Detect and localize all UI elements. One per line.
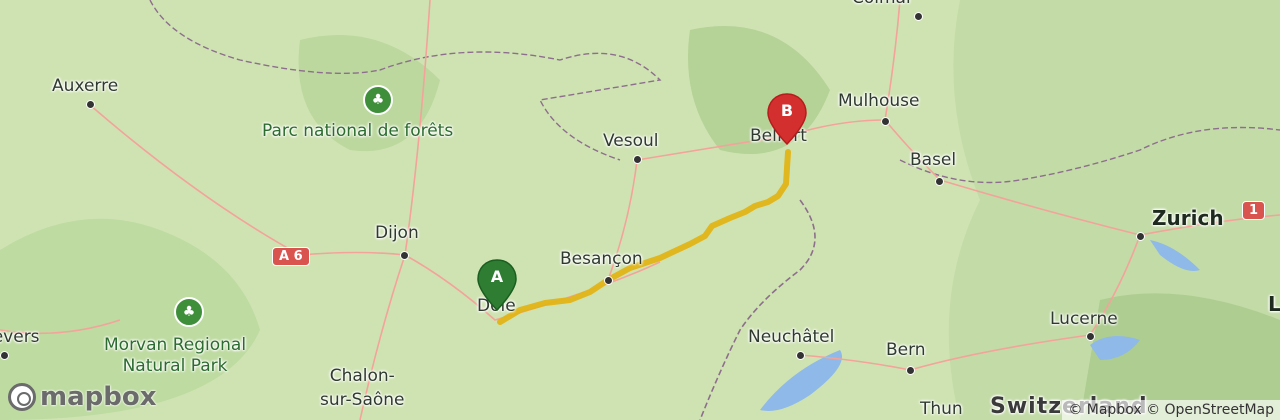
city-label-dijon: Dijon: [375, 223, 419, 243]
city-dot-vesoul: [633, 155, 642, 164]
city-label-neuchatel: Neuchâtel: [748, 327, 835, 347]
start-marker[interactable]: A: [475, 258, 519, 314]
a6-road-shield: A 6: [272, 247, 310, 266]
mapbox-logo[interactable]: mapbox: [8, 382, 157, 412]
city-label-mulhouse: Mulhouse: [838, 91, 920, 111]
city-label-colmar: Colmar: [852, 0, 913, 8]
city-dot-neuchatel: [796, 351, 805, 360]
park-label-parc-national-de-forets: Parc national de forêts: [262, 121, 454, 141]
city-label-zurich: Zurich: [1152, 206, 1224, 230]
route-1-road-shield: 1: [1242, 201, 1266, 220]
mapbox-logo-icon: [8, 383, 36, 411]
city-dot-besancon: [604, 276, 613, 285]
start-marker-label: A: [490, 267, 504, 286]
city-label-nevers: Nevers: [0, 327, 40, 347]
city-label-auxerre: Auxerre: [52, 76, 119, 96]
city-dot-basel: [935, 177, 944, 186]
park-label-morvan: Morvan Regional Natural Park: [104, 335, 247, 376]
city-dot-mulhouse: [881, 117, 890, 126]
city-label-thun: Thun: [920, 399, 963, 419]
city-label-chalon: Chalon- sur-Saône: [320, 366, 405, 410]
map-canvas[interactable]: A 6 1 ♣ ♣ Auxerre Parc national de forêt…: [0, 0, 1280, 420]
city-dot-dijon: [400, 251, 409, 260]
end-marker[interactable]: B: [765, 92, 809, 148]
tree-icon: ♣: [363, 85, 393, 115]
end-marker-label: B: [780, 101, 794, 120]
mapbox-logo-text: mapbox: [40, 382, 157, 412]
map-attribution[interactable]: © Mapbox © OpenStreetMap: [1062, 400, 1280, 420]
city-dot-nevers: [0, 351, 9, 360]
city-dot-zurich: [1136, 232, 1145, 241]
city-label-basel: Basel: [910, 150, 957, 170]
city-dot-colmar: [914, 12, 923, 21]
city-label-bern: Bern: [886, 340, 926, 360]
city-label-edge: L: [1268, 292, 1280, 316]
city-dot-lucerne: [1086, 332, 1095, 341]
city-dot-bern: [906, 366, 915, 375]
city-dot-auxerre: [86, 100, 95, 109]
city-label-vesoul: Vesoul: [603, 131, 659, 151]
city-label-lucerne: Lucerne: [1050, 309, 1118, 329]
city-label-besancon: Besançon: [560, 249, 643, 269]
tree-icon: ♣: [174, 297, 204, 327]
